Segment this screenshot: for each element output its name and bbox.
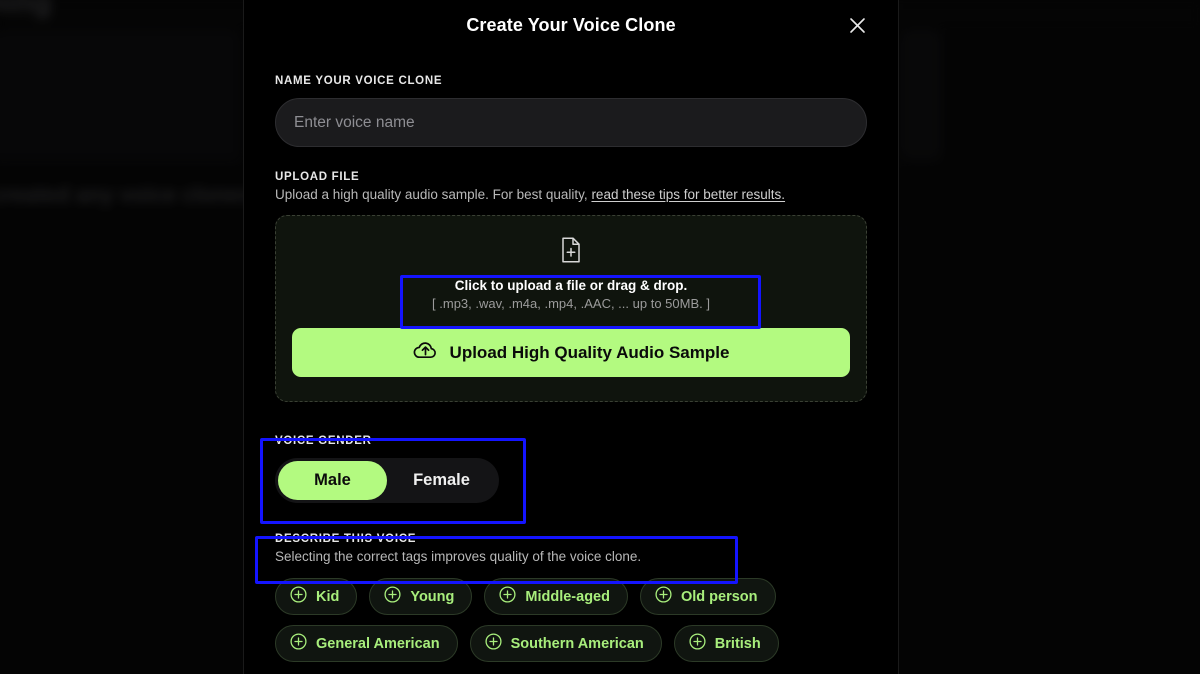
screen: ...ning t created any voice clones yet C…	[0, 0, 1200, 674]
dropzone-main-text: Click to upload a file or drag & drop.	[454, 278, 688, 293]
tag-label: Young	[410, 588, 455, 605]
voice-name-input[interactable]	[275, 98, 867, 147]
tag-label: Southern American	[510, 635, 644, 652]
upload-description-text: Upload a high quality audio sample. For …	[275, 187, 592, 202]
describe-voice-section: DESCRIBE THIS VOICE Selecting the correc…	[275, 533, 867, 662]
voice-gender-section: VOICE GENDER Male Female	[275, 435, 867, 503]
tag-kid[interactable]: Kid	[275, 578, 358, 615]
modal-body: NAME YOUR VOICE CLONE UPLOAD FILE Upload…	[244, 75, 898, 662]
tag-general-american[interactable]: General American	[275, 625, 458, 662]
tag-young[interactable]: Young	[369, 578, 473, 615]
name-field-label: NAME YOUR VOICE CLONE	[275, 75, 443, 87]
create-voice-clone-modal: Create Your Voice Clone NAME YOUR VOICE …	[243, 0, 899, 674]
plus-circle-icon	[290, 632, 307, 655]
plus-circle-icon	[655, 585, 672, 608]
dropzone-formats-text: [ .mp3, .wav, .m4a, .mp4, .AAC, ... up t…	[432, 296, 710, 311]
upload-description: Upload a high quality audio sample. For …	[275, 187, 867, 202]
gender-option-female[interactable]: Female	[387, 461, 496, 500]
upload-audio-sample-button[interactable]: Upload High Quality Audio Sample	[292, 328, 850, 377]
tag-label: Middle-aged	[525, 588, 610, 605]
plus-circle-icon	[384, 585, 401, 608]
voice-gender-toggle: Male Female	[275, 458, 499, 503]
modal-header: Create Your Voice Clone	[244, 0, 898, 52]
tag-label: Kid	[316, 588, 340, 605]
file-plus-icon	[560, 237, 582, 268]
accent-tag-row: General American Southern American Briti…	[275, 625, 867, 662]
tag-label: Old person	[680, 588, 758, 605]
file-dropzone[interactable]: Click to upload a file or drag & drop. […	[275, 215, 867, 402]
tag-old-person[interactable]: Old person	[639, 578, 776, 615]
tag-middle-aged[interactable]: Middle-aged	[484, 578, 628, 615]
name-section: NAME YOUR VOICE CLONE	[275, 75, 867, 147]
age-tag-row: Kid Young Middle-aged Old person	[275, 578, 867, 615]
page-title: Create Your Voice Clone	[466, 15, 676, 35]
upload-button-label: Upload High Quality Audio Sample	[449, 342, 730, 362]
cloud-upload-icon	[413, 338, 438, 368]
tag-southern-american[interactable]: Southern American	[469, 625, 662, 662]
upload-field-label: UPLOAD FILE	[275, 171, 360, 183]
upload-section: UPLOAD FILE Upload a high quality audio …	[275, 171, 867, 402]
plus-circle-icon	[290, 585, 307, 608]
gender-option-male[interactable]: Male	[278, 461, 387, 500]
plus-circle-icon	[499, 585, 516, 608]
voice-gender-label: VOICE GENDER	[275, 435, 372, 447]
describe-voice-label: DESCRIBE THIS VOICE	[275, 533, 417, 545]
close-icon[interactable]	[845, 13, 869, 37]
tag-british[interactable]: British	[673, 625, 779, 662]
describe-voice-description: Selecting the correct tags improves qual…	[275, 549, 642, 564]
plus-circle-icon	[689, 632, 706, 655]
tag-label: British	[714, 635, 761, 652]
plus-circle-icon	[485, 632, 502, 655]
tips-link[interactable]: read these tips for better results.	[591, 187, 785, 202]
tag-label: General American	[316, 635, 440, 652]
